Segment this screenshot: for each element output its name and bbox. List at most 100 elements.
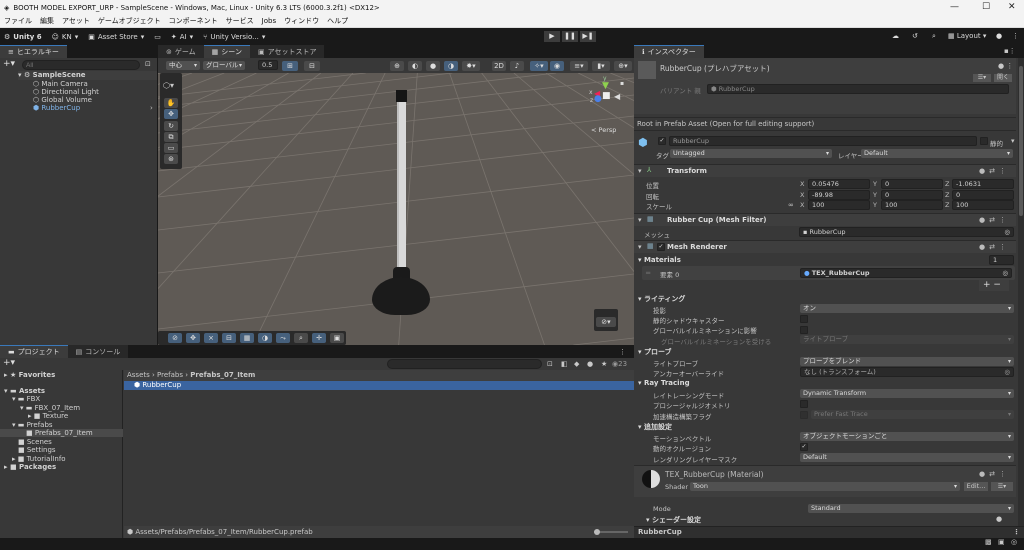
additional-settings-foldout[interactable]: ▾ 追加設定 [638,422,672,432]
tree-folder-selected[interactable]: ■ Prefabs_07_Item [0,429,123,437]
slider-handle[interactable] [594,529,600,535]
filter-type-icon[interactable]: ◧ [561,360,568,368]
maximize-button[interactable]: ☐ [982,2,990,12]
minimize-button[interactable]: — [950,2,959,12]
cloud-icon[interactable]: ☁ [892,32,899,40]
help-icon[interactable]: ● [996,515,1002,523]
hierarchy-scene[interactable]: ▾ ⚙ SampleScene [18,71,157,80]
zoom-slider[interactable] [594,529,628,535]
rendering-layer-mask-dropdown[interactable]: Default [800,453,1014,462]
tab-console[interactable]: ▤ コンソール [67,345,129,358]
add-element-button[interactable]: + [983,280,991,290]
projection-label[interactable]: < Persp [591,126,616,134]
remove-element-button[interactable]: − [993,280,1001,290]
menu-assets[interactable]: アセット [62,16,90,26]
transform-tool-icon[interactable]: ⊛ [164,154,178,164]
mesh-filter-header[interactable]: ▾ ▦ Rubber Cup (Mesh Filter) ●⇄⋮ [634,213,1016,226]
help-icon[interactable]: ● [996,32,1002,40]
mesh-field[interactable]: ▪ RubberCup ◎ [799,227,1014,237]
menu-window[interactable]: ウィンドウ [284,16,319,26]
static-shadow-checkbox[interactable] [800,315,808,323]
more-icon[interactable]: ⋮ [1013,527,1020,538]
layers-icon[interactable]: ≡▾ [570,61,588,71]
tab-hierarchy[interactable]: ≡ ヒエラルキー [0,45,67,58]
rotation-x[interactable]: -89.98 [808,190,870,200]
space-dropdown[interactable]: グローバル [203,61,245,70]
lock-icon[interactable]: ⋮ [619,348,626,356]
asset-store-dropdown[interactable]: ▣ Asset Store ▾ [88,33,144,41]
tab-game[interactable]: ⊚ ゲーム [158,45,204,58]
open-button[interactable]: 開く [994,74,1012,82]
foldout-arrow[interactable]: ▾ [638,216,642,224]
step-button[interactable]: ▶❚ [580,31,596,42]
active-checkbox[interactable]: ✓ [658,137,666,145]
anchor-override-field[interactable]: なし (トランスフォーム) ◎ [800,367,1014,377]
create-button[interactable]: +▾ [3,358,15,368]
overrides-dropdown[interactable]: ☰▾ [973,74,991,82]
tree-folder[interactable]: ▸ ■ TutorialInfo [12,455,66,463]
pause-button[interactable]: ❚❚ [562,31,578,42]
shaded-icon[interactable]: ◐ [408,61,422,71]
ray-tracing-foldout[interactable]: ▾ Ray Tracing [638,379,690,387]
shader-settings-foldout[interactable]: ▾ シェーダー設定 [646,515,701,525]
bake-icon[interactable]: ▩ [985,538,992,546]
component-menu-icons[interactable]: ●⇄⋮ [979,216,1010,224]
layer-dropdown[interactable]: Default [861,149,1013,158]
search-icon[interactable]: ⌕ [932,32,936,41]
breadcrumb-item[interactable]: Prefabs_07_Item [190,371,255,379]
crosshair-icon[interactable]: ✛ [312,333,326,343]
preview-bar[interactable]: RubberCup ⋮ [634,526,1024,538]
component-menu-icons[interactable]: ●⇄⋮ [979,243,1010,251]
menu-help[interactable]: ヘルプ [327,16,348,26]
search-by-type-icon[interactable]: ⊡ [547,360,553,368]
2d-toggle[interactable]: 2D [492,61,506,71]
add-button[interactable]: +▾ [3,59,15,69]
snap-input[interactable]: 0.5 [258,60,278,70]
debug-mode-icon[interactable]: ▣ [998,538,1005,546]
hierarchy-item-prefab[interactable]: ⬢ RubberCup [33,104,80,113]
tab-scene[interactable]: ▦ シーン [203,45,250,58]
view-tool-icon[interactable]: ⊘ [168,333,182,343]
edit-shader-button[interactable]: Edit... [964,482,988,491]
component-menu-icons[interactable]: ●⇄⋮ [979,167,1010,175]
tag-dropdown[interactable]: Untagged [670,149,832,158]
debug-icon[interactable]: ✸▾ [462,61,480,71]
position-z[interactable]: -1.0631 [952,179,1014,189]
rotation-y[interactable]: 0 [881,190,943,200]
audio-icon[interactable]: ♪ [510,61,524,71]
grid-snap-icon[interactable]: ⊞ [282,61,298,71]
favorite-star-icon[interactable]: ★ [601,360,607,368]
material-field[interactable]: ● TEX_RubberCup ◎ [800,268,1012,278]
menu-component[interactable]: コンポーネント [169,16,218,26]
lit-icon[interactable]: ● [426,61,440,71]
menu-gameobject[interactable]: ゲームオブジェクト [98,16,161,26]
scrollbar-thumb[interactable] [1019,66,1023,216]
shader-dropdown[interactable]: Toon [690,482,960,491]
breadcrumb-item[interactable]: Assets [127,371,150,379]
version-control-dropdown[interactable]: ⑂ Unity Versio... ▾ [203,33,265,41]
hierarchy-search-input[interactable] [22,60,140,70]
hidden-count[interactable]: ◉23 [612,360,627,368]
draw-mode-icon[interactable]: ⊕ [390,61,404,71]
breadcrumb-item[interactable]: Prefabs [157,371,183,379]
more-icon[interactable]: ⋮ [1012,32,1019,40]
static-dropdown[interactable]: ▾ [1011,137,1015,145]
ai-dropdown[interactable]: ✦ AI ▾ [171,33,193,41]
dynamic-occlusion-checkbox[interactable]: ✓ [800,443,808,451]
unity-button[interactable]: ⚙ Unity 6 [4,33,42,41]
zoom-icon[interactable]: ⌕ [294,333,308,343]
tree-favorites[interactable]: ▸ ★ Favorites [4,371,55,379]
motion-vectors-dropdown[interactable]: オブジェクトモーションごと [800,432,1014,441]
probes-foldout[interactable]: ▾ プローブ [638,347,672,357]
tree-folder[interactable]: ■ Scenes [18,438,52,446]
light-probes-dropdown[interactable]: プローブをブレンド [800,357,1014,366]
sky-icon[interactable]: ◑ [444,61,458,71]
file-row-selected[interactable]: ⬢ RubberCup [124,381,634,390]
split-icon[interactable]: ⨯ [204,333,218,343]
tree-folder[interactable]: ▾ ▬ FBX [12,395,40,403]
drag-handle-icon[interactable]: ═ [646,269,650,277]
visibility-icon[interactable]: ◉ [550,61,564,71]
rotation-z[interactable]: 0 [952,190,1014,200]
material-overrides-dropdown[interactable]: ☰▾ [991,482,1013,491]
tree-folder[interactable]: ▾ ▬ FBX_07_Item [20,404,80,412]
